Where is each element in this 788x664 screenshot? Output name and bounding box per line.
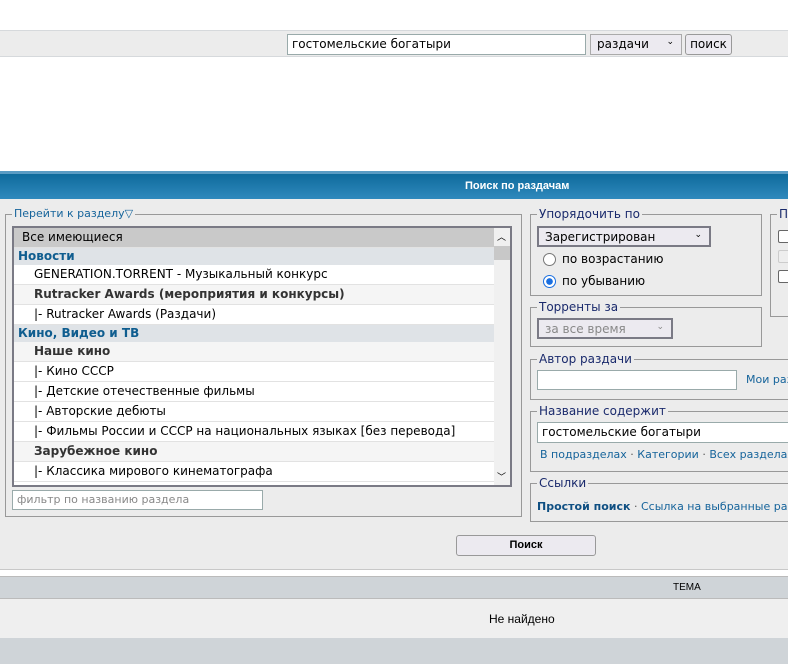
- in-subforums-link[interactable]: В подразделах: [540, 448, 627, 461]
- option-checkbox-disabled: [778, 250, 788, 263]
- order-select[interactable]: Зарегистрирован ⌄: [537, 226, 711, 247]
- order-asc-label: по возрастанию: [562, 252, 664, 266]
- forum-option[interactable]: |- Rutracker Awards (Раздачи): [14, 305, 510, 325]
- order-desc-radio[interactable]: по убыванию: [543, 274, 645, 288]
- period-value: за все время: [545, 322, 626, 336]
- top-search-input[interactable]: гостомельские богатыри: [287, 34, 586, 55]
- scrollbar[interactable]: ︿ ﹀: [494, 228, 510, 485]
- top-search-button[interactable]: поиск: [685, 34, 732, 55]
- author-legend: Автор раздачи: [537, 352, 634, 366]
- scroll-down-icon[interactable]: ﹀: [497, 470, 506, 483]
- results-footer: [0, 638, 788, 664]
- forum-option[interactable]: Все имеющиеся: [14, 228, 510, 248]
- panel-header: Поиск по раздачам: [0, 171, 788, 199]
- options-legend: П: [777, 207, 788, 221]
- results-header: ТЕМА: [0, 576, 788, 599]
- simple-search-link[interactable]: Простой поиск: [537, 500, 630, 513]
- chevron-down-icon: ⌄: [694, 230, 702, 240]
- results-row: Не найдено: [0, 599, 788, 638]
- my-torrents-link[interactable]: Мои раздачи: [746, 373, 788, 386]
- title-input[interactable]: гостомельские богатыри: [537, 422, 788, 443]
- period-select[interactable]: за все время ⌄: [537, 318, 673, 339]
- order-asc-radio[interactable]: по возрастанию: [543, 252, 663, 266]
- no-results-text: Не найдено: [489, 612, 555, 626]
- order-value: Зарегистрирован: [545, 230, 656, 244]
- order-desc-label: по убыванию: [562, 274, 646, 288]
- radio-checked-icon[interactable]: [543, 274, 556, 288]
- topic-column-header[interactable]: ТЕМА: [673, 582, 701, 593]
- forum-category-option[interactable]: Новости: [14, 248, 510, 265]
- forum-category-option[interactable]: Кино, Видео и ТВ: [14, 325, 510, 342]
- option-checkbox[interactable]: [778, 230, 788, 243]
- forum-option[interactable]: |- Фильмы до 1990 года: [14, 482, 510, 485]
- forum-option[interactable]: |- Классика мирового кинематографа: [14, 462, 510, 482]
- option-checkbox[interactable]: [778, 270, 788, 283]
- chevron-down-icon: ⌄: [656, 322, 664, 332]
- search-button[interactable]: Поиск: [456, 535, 596, 556]
- title-legend: Название содержит: [537, 404, 668, 418]
- forum-listbox[interactable]: Все имеющиеся Новости GENERATION.TORRENT -…: [12, 226, 512, 487]
- selected-link[interactable]: Ссылка на выбранные разделы: [641, 500, 788, 513]
- radio-icon[interactable]: [543, 252, 556, 266]
- links-legend: Ссылки: [537, 476, 589, 490]
- scroll-up-icon[interactable]: ︿: [497, 230, 506, 243]
- period-legend: Торренты за: [537, 300, 621, 314]
- panel-title: Поиск по раздачам: [465, 180, 570, 192]
- chevron-down-icon: ⌄: [666, 37, 674, 47]
- forum-legend[interactable]: Перейти к разделу▽: [12, 207, 136, 220]
- forum-option[interactable]: |- Фильмы России и СССР на национальных …: [14, 422, 510, 442]
- forum-option[interactable]: |- Детские отечественные фильмы: [14, 382, 510, 402]
- forum-filter-input[interactable]: фильтр по названию раздела: [12, 490, 263, 510]
- forum-option[interactable]: Наше кино: [14, 342, 510, 362]
- forum-option[interactable]: Rutracker Awards (мероприятия и конкурсы…: [14, 285, 510, 305]
- forum-option[interactable]: |- Авторские дебюты: [14, 402, 510, 422]
- forum-option[interactable]: Зарубежное кино: [14, 442, 510, 462]
- forum-option[interactable]: GENERATION.TORRENT - Музыкальный конкурс: [14, 265, 510, 285]
- scroll-thumb[interactable]: [494, 246, 510, 260]
- categories-link[interactable]: Категории: [637, 448, 699, 461]
- triangle-down-icon: ▽: [124, 207, 134, 220]
- scope-select[interactable]: раздачи ⌄: [590, 34, 682, 55]
- scope-value: раздачи: [597, 37, 649, 51]
- forum-legend-label: Перейти к разделу: [14, 207, 125, 220]
- order-legend: Упорядочить по: [537, 207, 642, 221]
- author-input[interactable]: [537, 370, 737, 390]
- forum-option[interactable]: |- Кино СССР: [14, 362, 510, 382]
- all-sections-link[interactable]: Всех разделах: [709, 448, 788, 461]
